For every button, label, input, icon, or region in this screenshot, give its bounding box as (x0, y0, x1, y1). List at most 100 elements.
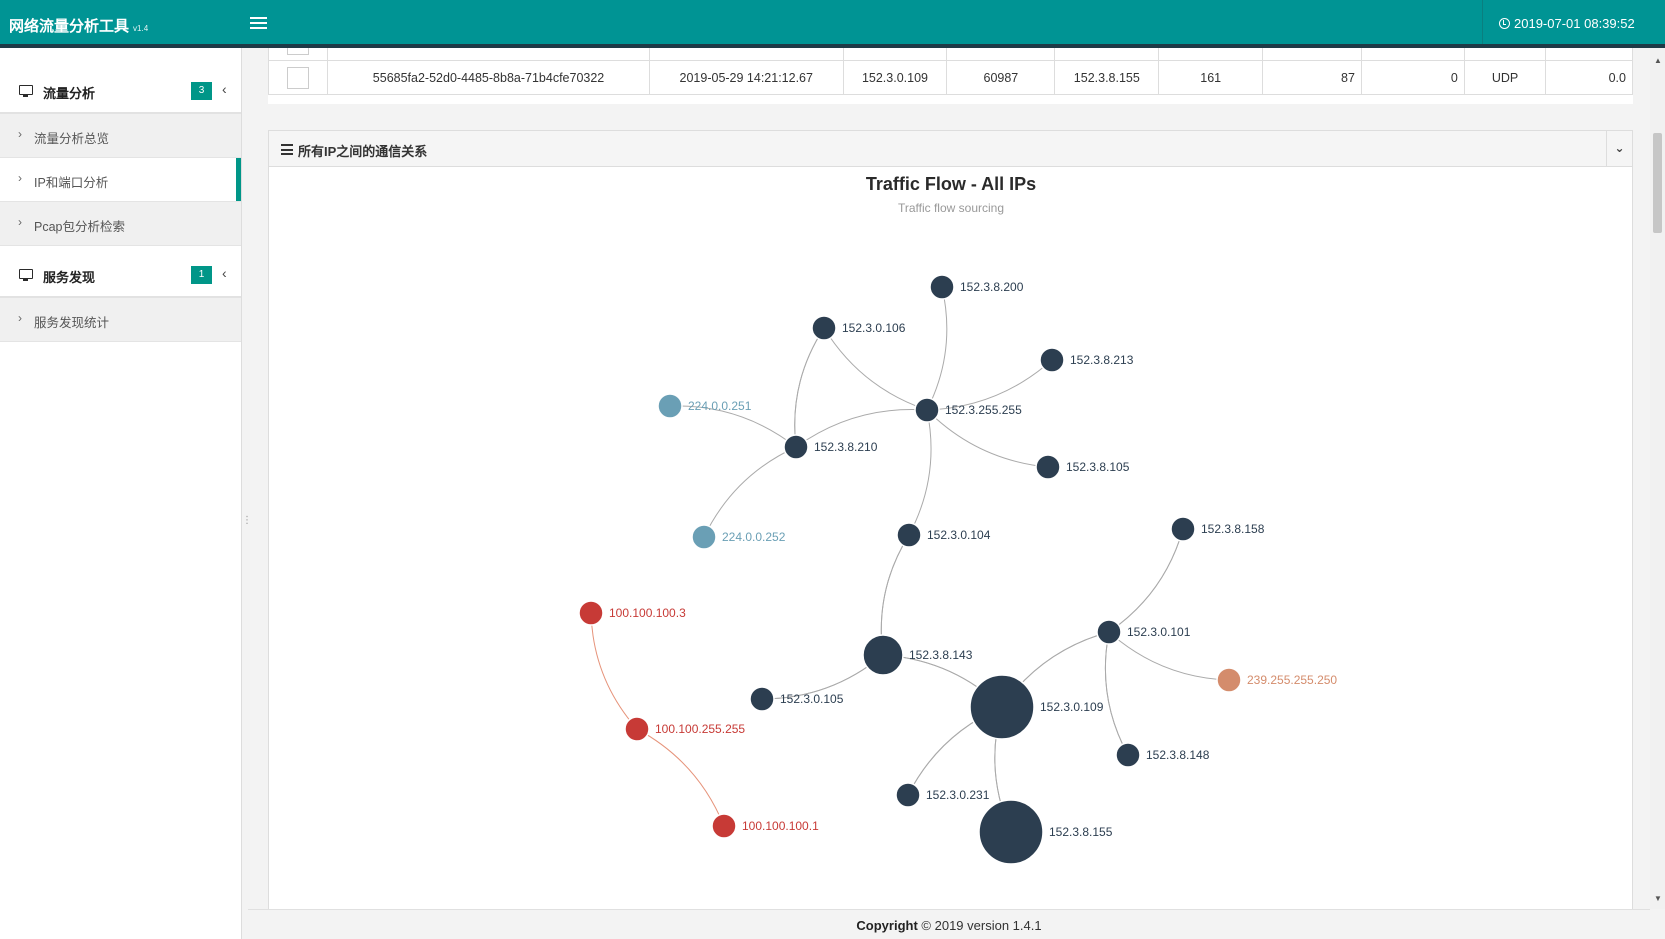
graph-node[interactable]: 152.3.8.148 (1115, 742, 1210, 768)
graph-node-circle[interactable] (624, 716, 650, 742)
sidebar-item-pcap-search[interactable]: › Pcap包分析检索 (0, 202, 241, 246)
table-row[interactable]: 55685fa2-52d0-4485-8b8a-71b4cfe70322 2019… (268, 60, 1633, 95)
graph-node[interactable]: 224.0.0.251 (657, 393, 752, 419)
graph-node-label: 152.3.0.231 (926, 788, 990, 802)
row-checkbox[interactable] (287, 48, 310, 55)
table-row[interactable]: 0dca8185-f082-4708-8b00-e5340cc9c0b72019… (268, 48, 1633, 61)
graph-node-circle[interactable] (657, 393, 683, 419)
row-select-cell (268, 60, 329, 95)
graph-node-circle[interactable] (1039, 347, 1065, 373)
graph-node-label: 224.0.0.252 (722, 530, 786, 544)
graph-node-circle[interactable] (914, 397, 940, 423)
graph-node-label: 152.3.0.101 (1127, 625, 1191, 639)
graph-node[interactable]: 100.100.100.3 (578, 600, 686, 626)
graph-node-circle[interactable] (783, 434, 809, 460)
graph-node[interactable]: 100.100.100.1 (711, 813, 819, 839)
graph-node[interactable]: 152.3.8.158 (1170, 516, 1265, 542)
monitor-icon (19, 85, 33, 97)
graph-node-label: 152.3.8.200 (960, 280, 1024, 294)
graph-node-label: 152.3.8.148 (1146, 748, 1210, 762)
graph-node-label: 100.100.100.1 (742, 819, 819, 833)
count-badge: 3 (191, 82, 212, 100)
graph-node-circle[interactable] (711, 813, 737, 839)
graph-node-circle[interactable] (978, 799, 1044, 865)
graph-node-circle[interactable] (1035, 454, 1061, 480)
graph-node-circle[interactable] (895, 782, 921, 808)
graph-node-circle[interactable] (691, 524, 717, 550)
row-select-cell (268, 48, 329, 61)
graph-node[interactable]: 152.3.0.106 (811, 315, 906, 341)
graph-node[interactable]: 152.3.8.213 (1039, 347, 1134, 373)
graph-node[interactable]: 100.100.255.255 (624, 716, 745, 742)
sidebar-item-label: Pcap包分析检索 (34, 220, 125, 234)
graph-node[interactable]: 152.3.8.200 (929, 274, 1024, 300)
traffic-flow-graph[interactable]: Traffic Flow - All IPs Traffic flow sour… (269, 167, 1632, 909)
datetime-text: 2019-07-01 08:39:52 (1514, 16, 1635, 31)
graph-node-circle[interactable] (811, 315, 837, 341)
scrollbar-thumb[interactable] (1653, 133, 1662, 233)
graph-link (703, 446, 797, 538)
graph-node[interactable]: 224.0.0.252 (691, 524, 786, 550)
graph-link (1108, 528, 1184, 633)
chevron-down-icon[interactable]: ⌄ (1606, 131, 1632, 167)
graph-node-circle[interactable] (896, 522, 922, 548)
graph-node-circle[interactable] (862, 634, 904, 676)
graph-node-circle[interactable] (1115, 742, 1141, 768)
sidebar-item-traffic-overview[interactable]: › 流量分析总览 (0, 114, 241, 158)
sidebar-group-service-discovery[interactable]: 服务发现 1 ‹ (0, 246, 241, 298)
chevron-right-icon: › (18, 215, 22, 229)
table-cell: 2019-05-29 14:21:12.67 (648, 48, 844, 61)
graph-node-label: 152.3.8.158 (1201, 522, 1265, 536)
graph-link (1104, 631, 1129, 756)
sidebar-group-traffic-analysis[interactable]: 流量分析 3 ‹ (0, 62, 241, 114)
graph-node-label: 152.3.0.109 (1040, 700, 1104, 714)
graph-node-circle[interactable] (969, 674, 1035, 740)
flow-table: 0dca8185-f082-4708-8b00-e5340cc9c0b72019… (268, 48, 1633, 104)
sidebar-item-service-stats[interactable]: › 服务发现统计 (0, 298, 241, 342)
scroll-up-arrow-icon[interactable]: ▲ (1654, 56, 1662, 65)
graph-node[interactable]: 239.255.255.250 (1216, 667, 1337, 693)
graph-node[interactable]: 152.3.8.155 (978, 799, 1113, 865)
graph-node[interactable]: 152.3.8.105 (1035, 454, 1130, 480)
graph-node-circle[interactable] (1170, 516, 1196, 542)
graph-link (823, 327, 928, 411)
monitor-icon (19, 269, 33, 281)
sidebar-item-ip-port-analysis[interactable]: › IP和端口分析 (0, 158, 241, 202)
table-cell: 152.3.0.109 (842, 60, 948, 95)
graph-node[interactable]: 152.3.0.104 (896, 522, 991, 548)
table-cell: 161 (946, 48, 1056, 61)
graph-link (908, 409, 932, 536)
table-cell: 2019-05-29 14:21:12.67 (648, 60, 844, 95)
graph-node[interactable]: 152.3.0.109 (969, 674, 1104, 740)
graph-node[interactable]: 152.3.0.105 (749, 686, 844, 712)
graph-node-label: 152.3.8.213 (1070, 353, 1134, 367)
top-navbar: 网络流量分析工具 v1.4 2019-07-01 08:39:52 (0, 0, 1665, 48)
app-title-text: 网络流量分析工具 (9, 18, 130, 35)
graph-node[interactable]: 152.3.0.101 (1096, 619, 1191, 645)
graph-node[interactable]: 152.3.0.231 (895, 782, 990, 808)
graph-link (590, 612, 638, 730)
graph-node-circle[interactable] (578, 600, 604, 626)
graph-node[interactable]: 152.3.255.255 (914, 397, 1022, 423)
hamburger-icon[interactable] (250, 14, 267, 30)
graph-node-label: 152.3.0.105 (780, 692, 844, 706)
graph-node[interactable]: 152.3.8.210 (783, 434, 878, 460)
table-cell: 60987 (946, 60, 1056, 95)
graph-node-circle[interactable] (749, 686, 775, 712)
sidebar-group-label: 流量分析 (43, 86, 96, 101)
graph-node-label: 152.3.0.104 (927, 528, 991, 542)
graph-node-circle[interactable] (929, 274, 955, 300)
graph-node-circle[interactable] (1096, 619, 1122, 645)
app-title[interactable]: 网络流量分析工具 v1.4 (9, 15, 148, 36)
scroll-down-arrow-icon[interactable]: ▼ (1654, 894, 1662, 903)
page-scrollbar[interactable]: ▲ ▼ (1650, 48, 1665, 909)
table-cell: UDP (1463, 48, 1547, 61)
table-cell: 152.3.8.155 (842, 48, 948, 61)
row-checkbox[interactable] (287, 66, 310, 89)
graph-node[interactable]: 152.3.8.143 (862, 634, 973, 676)
table-cell: 0 (1360, 60, 1465, 95)
table-cell: 60987 (1158, 48, 1264, 61)
traffic-flow-panel: 所有IP之间的通信关系 ⌄ Traffic Flow - All IPs Tra… (268, 130, 1633, 910)
sidebar-resize-handle[interactable]: ⋮ (242, 515, 252, 526)
graph-node-circle[interactable] (1216, 667, 1242, 693)
